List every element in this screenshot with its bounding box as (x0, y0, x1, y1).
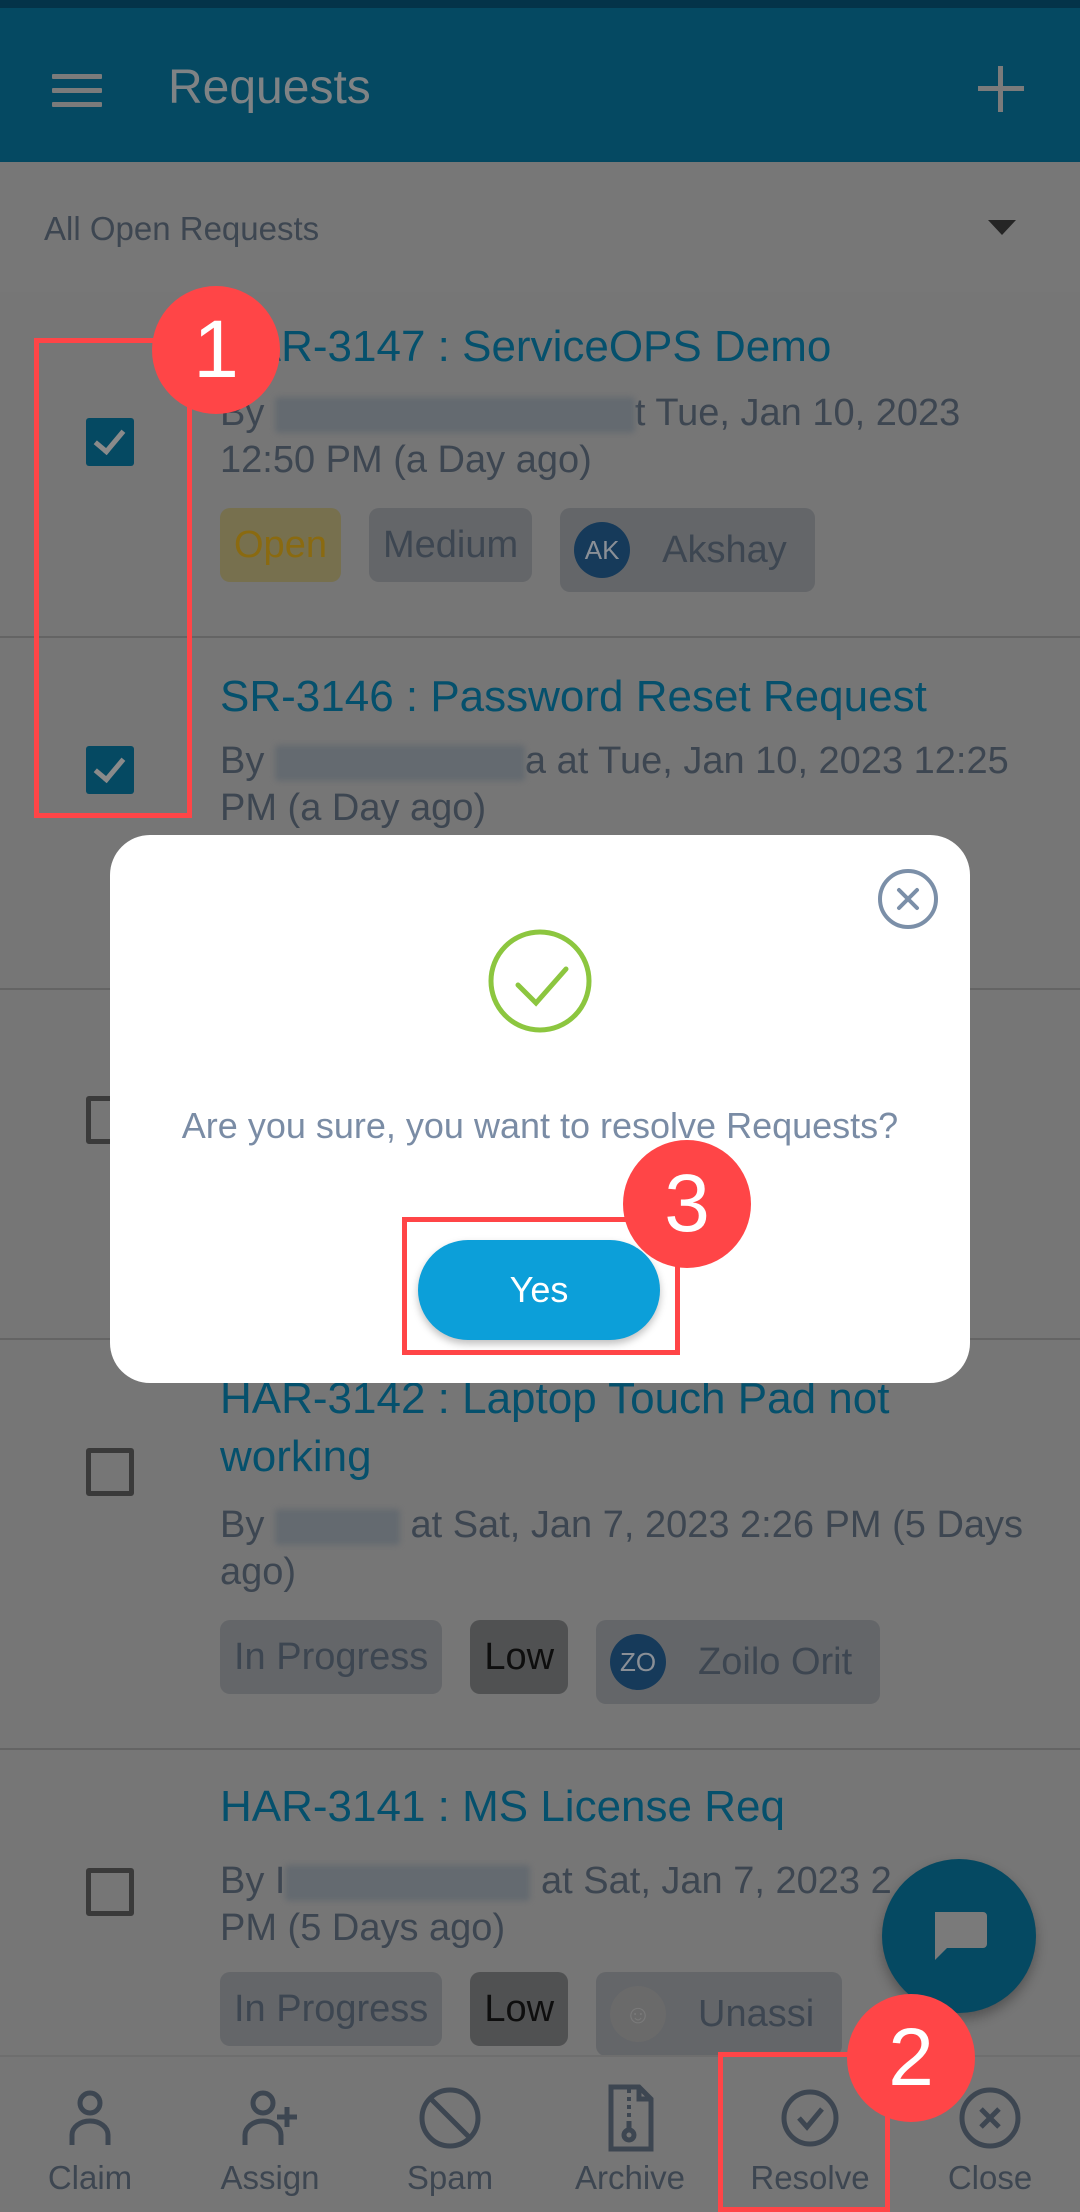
app-header: Requests (0, 8, 1080, 162)
request-title[interactable]: SR-3146 : Password Reset Request (220, 668, 1040, 726)
request-tags: Open Medium AK Akshay (220, 508, 815, 592)
annotation-badge-2: 2 (847, 1994, 975, 2122)
status-bar (0, 0, 1080, 8)
annotation-badge-1: 1 (152, 286, 280, 414)
check-circle-icon (488, 929, 592, 1033)
chat-icon (935, 1912, 987, 1960)
claim-label: Claim (47, 2159, 133, 2196)
request-meta: By t Tue, Jan 10, 2023 12:50 PM (a Day a… (220, 390, 1040, 484)
assignee-badge: ZO Zoilo Orit (596, 1620, 881, 1704)
status-badge: In Progress (220, 1972, 443, 2046)
block-icon (419, 2087, 481, 2149)
meta-by: By (220, 740, 275, 782)
user-icon (69, 2090, 111, 2145)
row-checkbox[interactable] (86, 1448, 134, 1496)
meta-relative: PM (5 Days ago) (220, 1907, 506, 1949)
close-circle-icon[interactable] (876, 867, 940, 931)
priority-badge: Low (470, 1972, 569, 2046)
avatar: ZO (610, 1634, 667, 1690)
request-meta: By at Sat, Jan 7, 2023 2:26 PM (5 Days a… (220, 1502, 1040, 1596)
request-title[interactable]: HAR-3141 : MS License Req (220, 1778, 1040, 1836)
close-circle-icon (959, 2087, 1021, 2149)
priority-badge: Medium (368, 508, 533, 582)
dialog-message: Are you sure, you want to resolve Reques… (181, 1105, 899, 1146)
user-plus-icon (242, 2090, 297, 2145)
redacted-name (274, 1508, 400, 1545)
status-badge: In Progress (220, 1620, 443, 1694)
request-title[interactable]: HAR-3142 : Laptop Touch Pad not working (220, 1370, 1040, 1486)
meta-by: By (220, 1504, 275, 1546)
chat-fab[interactable] (882, 1859, 1036, 2013)
request-title[interactable]: HAR-3147 : ServiceOPS Demo (220, 318, 1040, 376)
archive-label: Archive (574, 2159, 686, 2196)
avatar: AK (574, 522, 631, 578)
request-tags: In Progress Low ZO Zoilo Orit (220, 1620, 881, 1704)
annotation-box-checkboxes (34, 338, 192, 818)
assign-button[interactable]: Assign (180, 2057, 360, 2212)
zip-file-icon (608, 2084, 654, 2152)
assignee-name: Zoilo Orit (698, 1641, 853, 1683)
hamburger-menu-icon[interactable] (52, 74, 102, 108)
request-meta: By a at Tue, Jan 10, 2023 12:25 PM (a Da… (220, 738, 1040, 832)
plus-icon[interactable] (978, 66, 1024, 112)
annotation-badge-3: 3 (623, 1140, 751, 1268)
page-title: Requests (168, 61, 371, 114)
request-tags: In Progress Low ☺ Unassi (220, 1972, 843, 2056)
request-row[interactable]: HAR-3142 : Laptop Touch Pad not working … (0, 1340, 1080, 1750)
assignee-badge: ☺ Unassi (596, 1972, 843, 2056)
priority-badge: Low (470, 1620, 569, 1694)
assignee-name: Akshay (662, 529, 787, 571)
assign-label: Assign (220, 2159, 320, 2196)
redacted-name (274, 744, 525, 781)
assignee-badge: AK Akshay (560, 508, 815, 592)
row-checkbox[interactable] (86, 1868, 134, 1916)
spam-label: Spam (406, 2159, 494, 2196)
close-label: Close (947, 2159, 1033, 2196)
filter-selected-value: All Open Requests (44, 210, 320, 247)
archive-button[interactable]: Archive (540, 2057, 720, 2212)
redacted-name (274, 396, 635, 433)
meta-date: at Sat, Jan 7, 2023 2 (530, 1860, 892, 1902)
claim-button[interactable]: Claim (0, 2057, 180, 2212)
spam-button[interactable]: Spam (360, 2057, 540, 2212)
status-badge: Open (220, 508, 341, 582)
user-placeholder-icon: ☺ (610, 1986, 667, 2042)
chevron-down-icon (988, 220, 1016, 235)
filter-dropdown[interactable]: All Open Requests (0, 162, 1080, 292)
redacted-name (285, 1864, 531, 1901)
meta-by: By I (220, 1860, 286, 1902)
assignee-name: Unassi (698, 1993, 815, 2035)
